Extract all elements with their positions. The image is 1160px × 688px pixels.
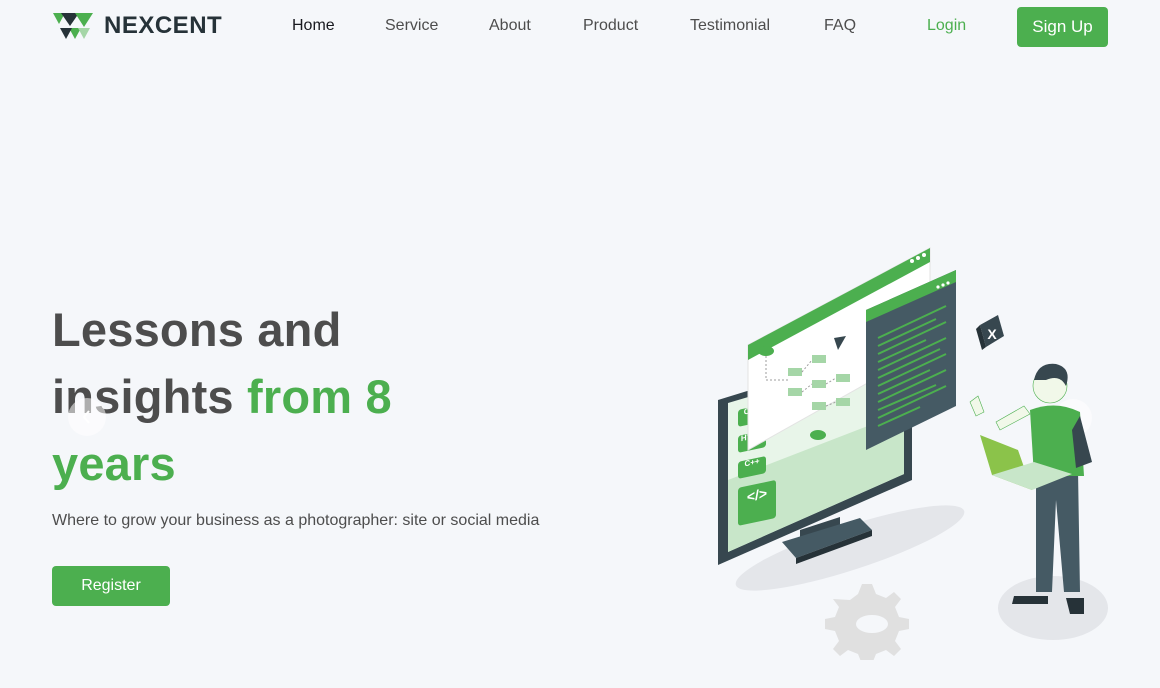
hero-title-line-1: Lessons and [52, 303, 342, 356]
gear-icon [825, 584, 909, 660]
chevron-left-icon [82, 410, 90, 424]
person-with-laptop [969, 363, 1092, 614]
hero-title: Lessons and insights from 8 years [52, 296, 572, 497]
hero-title-highlight-2: years [52, 437, 176, 490]
login-link[interactable]: Login [927, 17, 966, 35]
nav-item-product[interactable]: Product [583, 17, 638, 35]
carousel-prev-button[interactable] [68, 398, 106, 436]
nav-item-home[interactable]: Home [292, 17, 335, 35]
navbar: NEXCENT Home Service About Product Testi… [0, 0, 1160, 56]
hero-illustration: CSS HTML C++ </> [718, 247, 1108, 660]
page: NEXCENT Home Service About Product Testi… [0, 0, 1160, 688]
main-nav: Home Service About Product Testimonial F… [0, 17, 1160, 39]
register-button[interactable]: Register [52, 566, 170, 606]
signup-button[interactable]: Sign Up [1017, 7, 1108, 47]
nav-item-service[interactable]: Service [385, 17, 438, 35]
hero-subtitle: Where to grow your business as a photogr… [52, 512, 540, 529]
nav-item-faq[interactable]: FAQ [824, 17, 856, 35]
nav-item-about[interactable]: About [489, 17, 531, 35]
hero-title-highlight: from 8 [247, 370, 392, 423]
close-icon: X [976, 315, 1004, 350]
svg-text:X: X [987, 326, 997, 342]
nav-item-testimonial[interactable]: Testimonial [690, 17, 770, 35]
